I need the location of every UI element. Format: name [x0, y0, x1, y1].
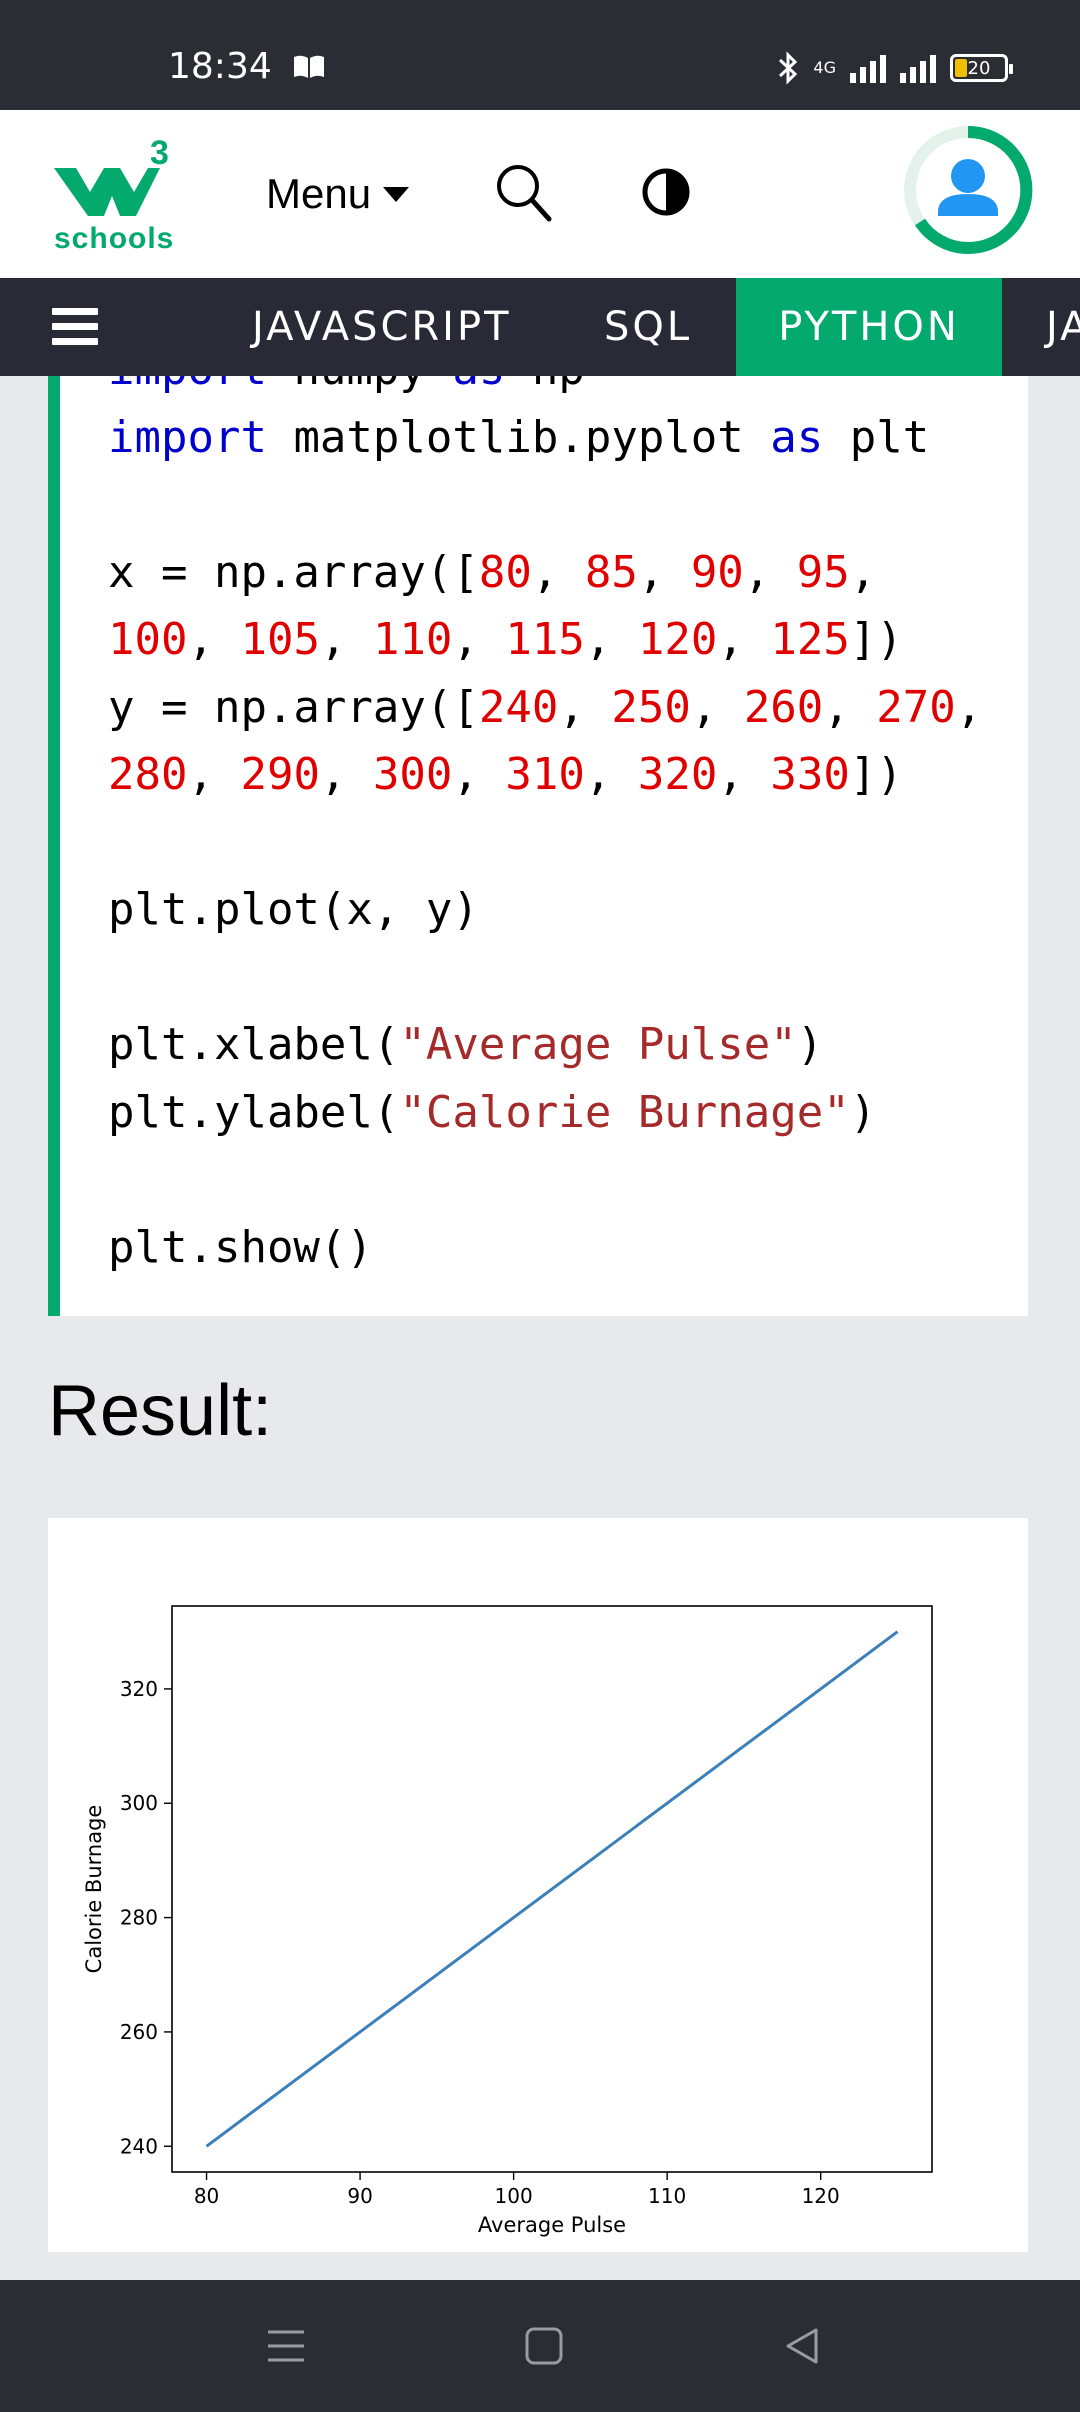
menu-label: Menu	[266, 170, 372, 217]
battery-icon: 20	[950, 54, 1013, 82]
code-line: y = np.array([240, 250, 260, 270,	[108, 681, 983, 733]
topic-nav: JAVASCRIPT SQL PYTHON JA	[0, 278, 1080, 376]
code-line: 280, 290, 300, 310, 320, 330])	[108, 749, 903, 800]
line-chart: 80 90 100 110 120 240 260 280 300 320 Average Puls…	[82, 1605, 933, 2237]
y-tick-label: 260	[120, 2020, 158, 2044]
status-bar: 18:34 4G 20	[0, 0, 1080, 110]
x-tick-label: 80	[194, 2184, 219, 2208]
battery-level: 20	[967, 57, 991, 79]
status-time: 18:34	[168, 46, 272, 87]
nav-item-java[interactable]: JA	[1046, 278, 1080, 376]
y-tick-label: 320	[120, 1677, 158, 1701]
signal-icon	[850, 53, 886, 83]
logo-text: schools	[54, 222, 175, 255]
network-type: 4G	[813, 58, 836, 77]
code-line: plt.ylabel("Calorie Burnage")	[108, 1086, 877, 1138]
x-tick-label: 110	[648, 2184, 686, 2208]
code-line: 100, 105, 110, 115, 120, 125])	[108, 614, 903, 665]
status-icons: 4G 20	[777, 50, 1013, 86]
caret-down-icon	[383, 186, 410, 202]
code-line: plt.show()	[108, 1221, 373, 1273]
result-heading: Result:	[48, 1371, 273, 1451]
x-tick-label: 100	[495, 2184, 533, 2208]
nav-item-python[interactable]: PYTHON	[736, 278, 1002, 376]
bluetooth-icon	[779, 51, 798, 85]
w3schools-logo[interactable]: 3 schools	[50, 130, 180, 260]
menu-icon[interactable]	[266, 2326, 306, 2366]
code-line: plt.xlabel("Average Pulse")	[108, 1019, 824, 1070]
site-header: 3 schools Menu	[0, 110, 1080, 278]
hamburger-icon[interactable]	[52, 308, 98, 346]
x-axis-label: Average Pulse	[478, 2213, 626, 2237]
nav-item-sql[interactable]: SQL	[604, 278, 692, 376]
contrast-icon[interactable]	[642, 168, 690, 216]
series-line	[205, 1630, 899, 2148]
system-nav-bar	[0, 2280, 1080, 2412]
code-example: import numpy as np import matplotlib.pyp…	[48, 376, 1028, 1316]
logo-superscript: 3	[150, 134, 169, 172]
y-tick-label: 300	[120, 1791, 158, 1815]
home-icon[interactable]	[524, 2326, 564, 2366]
y-axis-label: Calorie Burnage	[82, 1805, 106, 1974]
signal-icon-2	[900, 53, 936, 83]
y-tick-label: 240	[120, 2134, 158, 2158]
code-text: import numpy as np import matplotlib.pyp…	[108, 376, 982, 1281]
code-line: plt.plot(x, y)	[108, 884, 479, 935]
logo-mark: 3	[54, 134, 169, 216]
avatar-icon[interactable]	[902, 124, 1034, 256]
menu-button[interactable]: Menu	[266, 170, 410, 218]
code-line: import matplotlib.pyplot as plt	[108, 411, 930, 463]
y-tick-label: 280	[120, 1906, 158, 1930]
result-chart: 80 90 100 110 120 240 260 280 300 320 Average Puls…	[48, 1518, 1028, 2252]
book-icon	[294, 55, 324, 78]
x-tick-label: 90	[347, 2184, 372, 2208]
search-icon[interactable]	[494, 162, 554, 224]
back-icon[interactable]	[782, 2326, 822, 2366]
x-tick-label: 120	[802, 2184, 840, 2208]
code-line: x = np.array([80, 85, 90, 95,	[108, 546, 877, 598]
code-line: import numpy as np	[108, 376, 585, 395]
nav-item-javascript[interactable]: JAVASCRIPT	[252, 278, 512, 376]
